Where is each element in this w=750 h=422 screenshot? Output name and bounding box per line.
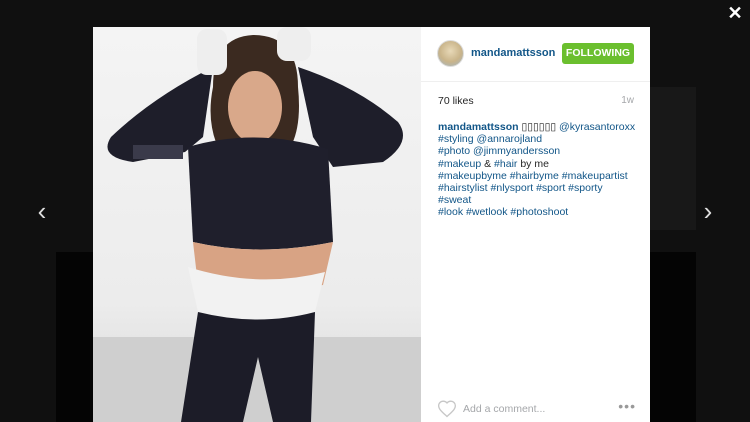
caption-link[interactable]: #sweat (438, 194, 471, 206)
post-username[interactable]: mandamattsson (471, 47, 555, 59)
chevron-left-icon[interactable]: ‹ (32, 198, 52, 224)
caption-link[interactable]: @jimmyandersson (473, 145, 560, 157)
caption-link[interactable]: #photo (438, 145, 470, 157)
post-header: mandamattsson FOLLOWING (421, 27, 650, 82)
caption-link[interactable]: #makeupartist (562, 170, 628, 182)
comment-input[interactable] (463, 401, 593, 417)
heart-icon[interactable] (437, 399, 457, 419)
photo-figure (107, 27, 403, 422)
chevron-right-icon[interactable]: › (698, 198, 718, 224)
caption-link[interactable]: #nlysport (491, 182, 534, 194)
post-caption: mandamattsson ▯▯▯▯▯▯ @kyrasantoroxx #styl… (438, 121, 638, 219)
following-button[interactable]: FOLLOWING (562, 43, 634, 64)
caption-link[interactable]: #sport (536, 182, 565, 194)
post-sidebar: mandamattsson FOLLOWING 70 likes 1w mand… (421, 27, 650, 422)
caption-link[interactable]: #photoshoot (510, 206, 568, 218)
post-age[interactable]: 1w (621, 95, 634, 106)
avatar[interactable] (437, 40, 464, 67)
caption-link[interactable]: @kyrasantoroxx (559, 121, 635, 133)
caption-text: by me (517, 157, 549, 170)
post-modal: mandamattsson FOLLOWING 70 likes 1w mand… (93, 27, 650, 422)
caption-link[interactable]: #makeupbyme (438, 170, 507, 182)
caption-glyphs: ▯▯▯▯▯▯ (521, 121, 557, 133)
post-footer: ••• (421, 396, 650, 422)
caption-link[interactable]: #wetlook (466, 206, 507, 218)
caption-link[interactable]: #hair (494, 158, 517, 170)
caption-link[interactable]: @annarojland (477, 133, 543, 145)
caption-link[interactable]: #hairbyme (510, 170, 559, 182)
more-options-button[interactable]: ••• (618, 398, 636, 414)
caption-link[interactable]: #hairstylist (438, 182, 488, 194)
close-icon[interactable]: ✕ (726, 4, 744, 22)
likes-count[interactable]: 70 likes (438, 95, 474, 107)
caption-text: & (481, 157, 495, 170)
caption-username[interactable]: mandamattsson (438, 121, 519, 133)
post-photo (93, 27, 421, 422)
caption-link[interactable]: #styling (438, 133, 474, 145)
caption-link[interactable]: #makeup (438, 158, 481, 170)
caption-link[interactable]: #sporty (568, 182, 602, 194)
caption-link[interactable]: #look (438, 206, 463, 218)
